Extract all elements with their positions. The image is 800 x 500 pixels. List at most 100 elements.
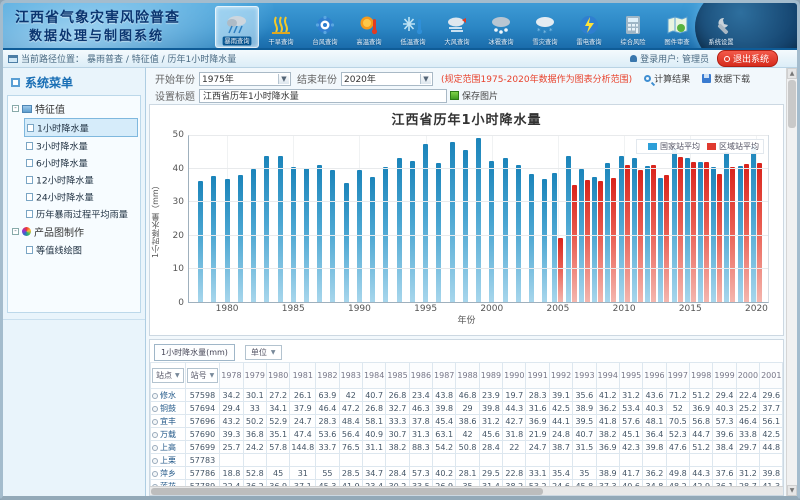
value-cell: 30.7 [386,428,409,441]
value-cell: 36.4 [643,428,666,441]
hscroll-thumb[interactable] [151,488,543,495]
year-slot-2008 [591,136,604,302]
x-axis-label: 年份 [150,313,783,326]
tree-item-等值线绘图[interactable]: 等值线绘图 [24,241,138,258]
y-tick-label: 20 [173,231,184,241]
toolbar-item-snow[interactable]: ***雪灾查询 [523,6,567,48]
value-cell: 44.3 [689,467,712,480]
toolbar-item-drought[interactable]: 干旱查询 [259,6,303,48]
toolbar-item-label: 高温查询 [356,38,381,47]
value-cell: 48.4 [339,415,362,428]
value-cell: 43.2 [220,415,243,428]
value-cell: 40.9 [362,428,385,441]
toolbar-item-high-temp[interactable]: 高温查询 [347,6,391,48]
start-year-select[interactable]: 1975年▼ [199,72,291,86]
sidebar-tree: -特征值1小时降水量3小时降水量6小时降水量12小时降水量24小时降水量历年暴雨… [7,95,141,313]
toolbar-item-settings[interactable]: 系统设置 [699,6,743,48]
app-window: 江西省气象灾害风险普查 数据处理与制图系统 暴雨查询干旱查询台风查询高温查询低温… [0,0,800,500]
scroll-down-arrow[interactable]: ▼ [787,485,797,496]
toolbar-item-label: 低温查询 [400,38,425,47]
unit-tab[interactable]: 1小时降水量(mm) [154,344,235,361]
toolbar-item-typhoon[interactable]: 台风查询 [303,6,347,48]
value-cell: 36.2 [643,467,666,480]
row-select-radio[interactable] [152,393,158,399]
download-button[interactable]: 数据下载 [702,72,750,85]
row-select-radio[interactable] [152,432,158,438]
toolbar-item-hail[interactable]: 冰雹查询 [479,6,523,48]
gridline [189,201,768,202]
value-cell: 48.1 [643,415,666,428]
tree-item-3小时降水量[interactable]: 3小时降水量 [24,137,138,154]
station-id-column-filter[interactable]: 站号▼ [187,368,219,383]
collapse-icon[interactable]: - [12,105,19,112]
year-slot-1986 [300,136,313,302]
calculate-button[interactable]: 计算结果 [644,72,690,85]
breadcrumb[interactable]: 暴雨普查 / 特征值 / 历年1小时降水量 [87,52,236,65]
y-tick-label: 10 [173,264,184,274]
station-column-filter[interactable]: 站点▼ [152,368,184,383]
bar-national-1979 [211,176,216,302]
toolbar-item-label: 系统设置 [708,38,733,47]
end-year-label: 结束年份 [297,71,337,86]
row-select-radio[interactable] [152,419,158,425]
tree-item-12小时降水量[interactable]: 12小时降水量 [24,171,138,188]
value-cell: 38.6 [456,415,479,428]
value-cell: 25.7 [220,441,243,454]
horizontal-scrollbar[interactable] [150,486,783,495]
value-cell: 57.3 [409,467,432,480]
gridline [189,168,768,169]
save-image-button[interactable]: 保存图片 [462,89,498,102]
bar-regional-2014 [678,157,683,302]
year-slot-2011 [631,136,644,302]
end-year-select[interactable]: 2020年▼ [341,72,433,86]
toolbar-item-rainstorm[interactable]: 暴雨查询 [215,6,259,48]
unit-dropdown[interactable]: 单位▼ [245,345,282,360]
value-cell: 25.2 [736,402,759,415]
toolbar-item-low-temp[interactable]: 低温查询 [391,6,435,48]
value-cell [362,454,385,467]
tree-item-6小时降水量[interactable]: 6小时降水量 [24,154,138,171]
toolbar-item-map-review[interactable]: 图件审查 [655,6,699,48]
year-column-header: 2000 [736,363,759,389]
tree-item-1小时降水量[interactable]: 1小时降水量 [24,118,138,137]
year-slot-2007 [578,136,591,302]
row-select-radio[interactable] [152,445,158,451]
data-table-card: 1小时降水量(mm) 单位▼ 站点▼站号▼1978197919801981198… [149,339,784,496]
tree-group-1[interactable]: -产品图制作 [10,222,138,241]
year-column-header: 1995 [619,363,642,389]
value-cell: 45.1 [619,428,642,441]
year-column-header: 1987 [433,363,456,389]
year-slot-1988 [326,136,339,302]
tree-item-历年暴雨过程平均雨量[interactable]: 历年暴雨过程平均雨量 [24,205,138,222]
year-slot-1991 [366,136,379,302]
row-select-radio[interactable] [152,458,158,464]
value-cell [713,454,736,467]
value-cell: 46.8 [456,389,479,402]
scroll-up-arrow[interactable]: ▲ [787,68,797,79]
bar-national-2015 [685,158,690,302]
tree-group-0[interactable]: -特征值 [10,99,138,118]
value-cell: 38.7 [549,441,572,454]
collapse-icon[interactable]: - [12,228,19,235]
toolbar-item-lightning[interactable]: 雷电查询 [567,6,611,48]
value-cell: 49.8 [666,467,689,480]
vscroll-thumb[interactable] [788,80,796,128]
row-select-radio[interactable] [152,471,158,477]
chevron-down-icon: ▼ [271,349,276,356]
toolbar-item-wind[interactable]: 大风查询 [435,6,479,48]
value-cell: 40.3 [713,402,736,415]
row-select-radio[interactable] [152,406,158,412]
year-column-header: 2001 [760,363,783,389]
year-column-header: 1998 [689,363,712,389]
vscroll-track[interactable] [787,79,797,485]
x-tick-label: 1980 [216,304,239,314]
tree-item-24小时降水量[interactable]: 24小时降水量 [24,188,138,205]
chart-title-input[interactable] [199,89,447,103]
page-icon [26,193,33,201]
value-cell: 39.6 [713,428,736,441]
toolbar-item-risk-calc[interactable]: 综合风险 [611,6,655,48]
logout-button[interactable]: 退出系统 [717,50,778,67]
search-icon [644,75,651,82]
value-cell: 28.1 [456,467,479,480]
bar-national-1994 [410,161,415,302]
